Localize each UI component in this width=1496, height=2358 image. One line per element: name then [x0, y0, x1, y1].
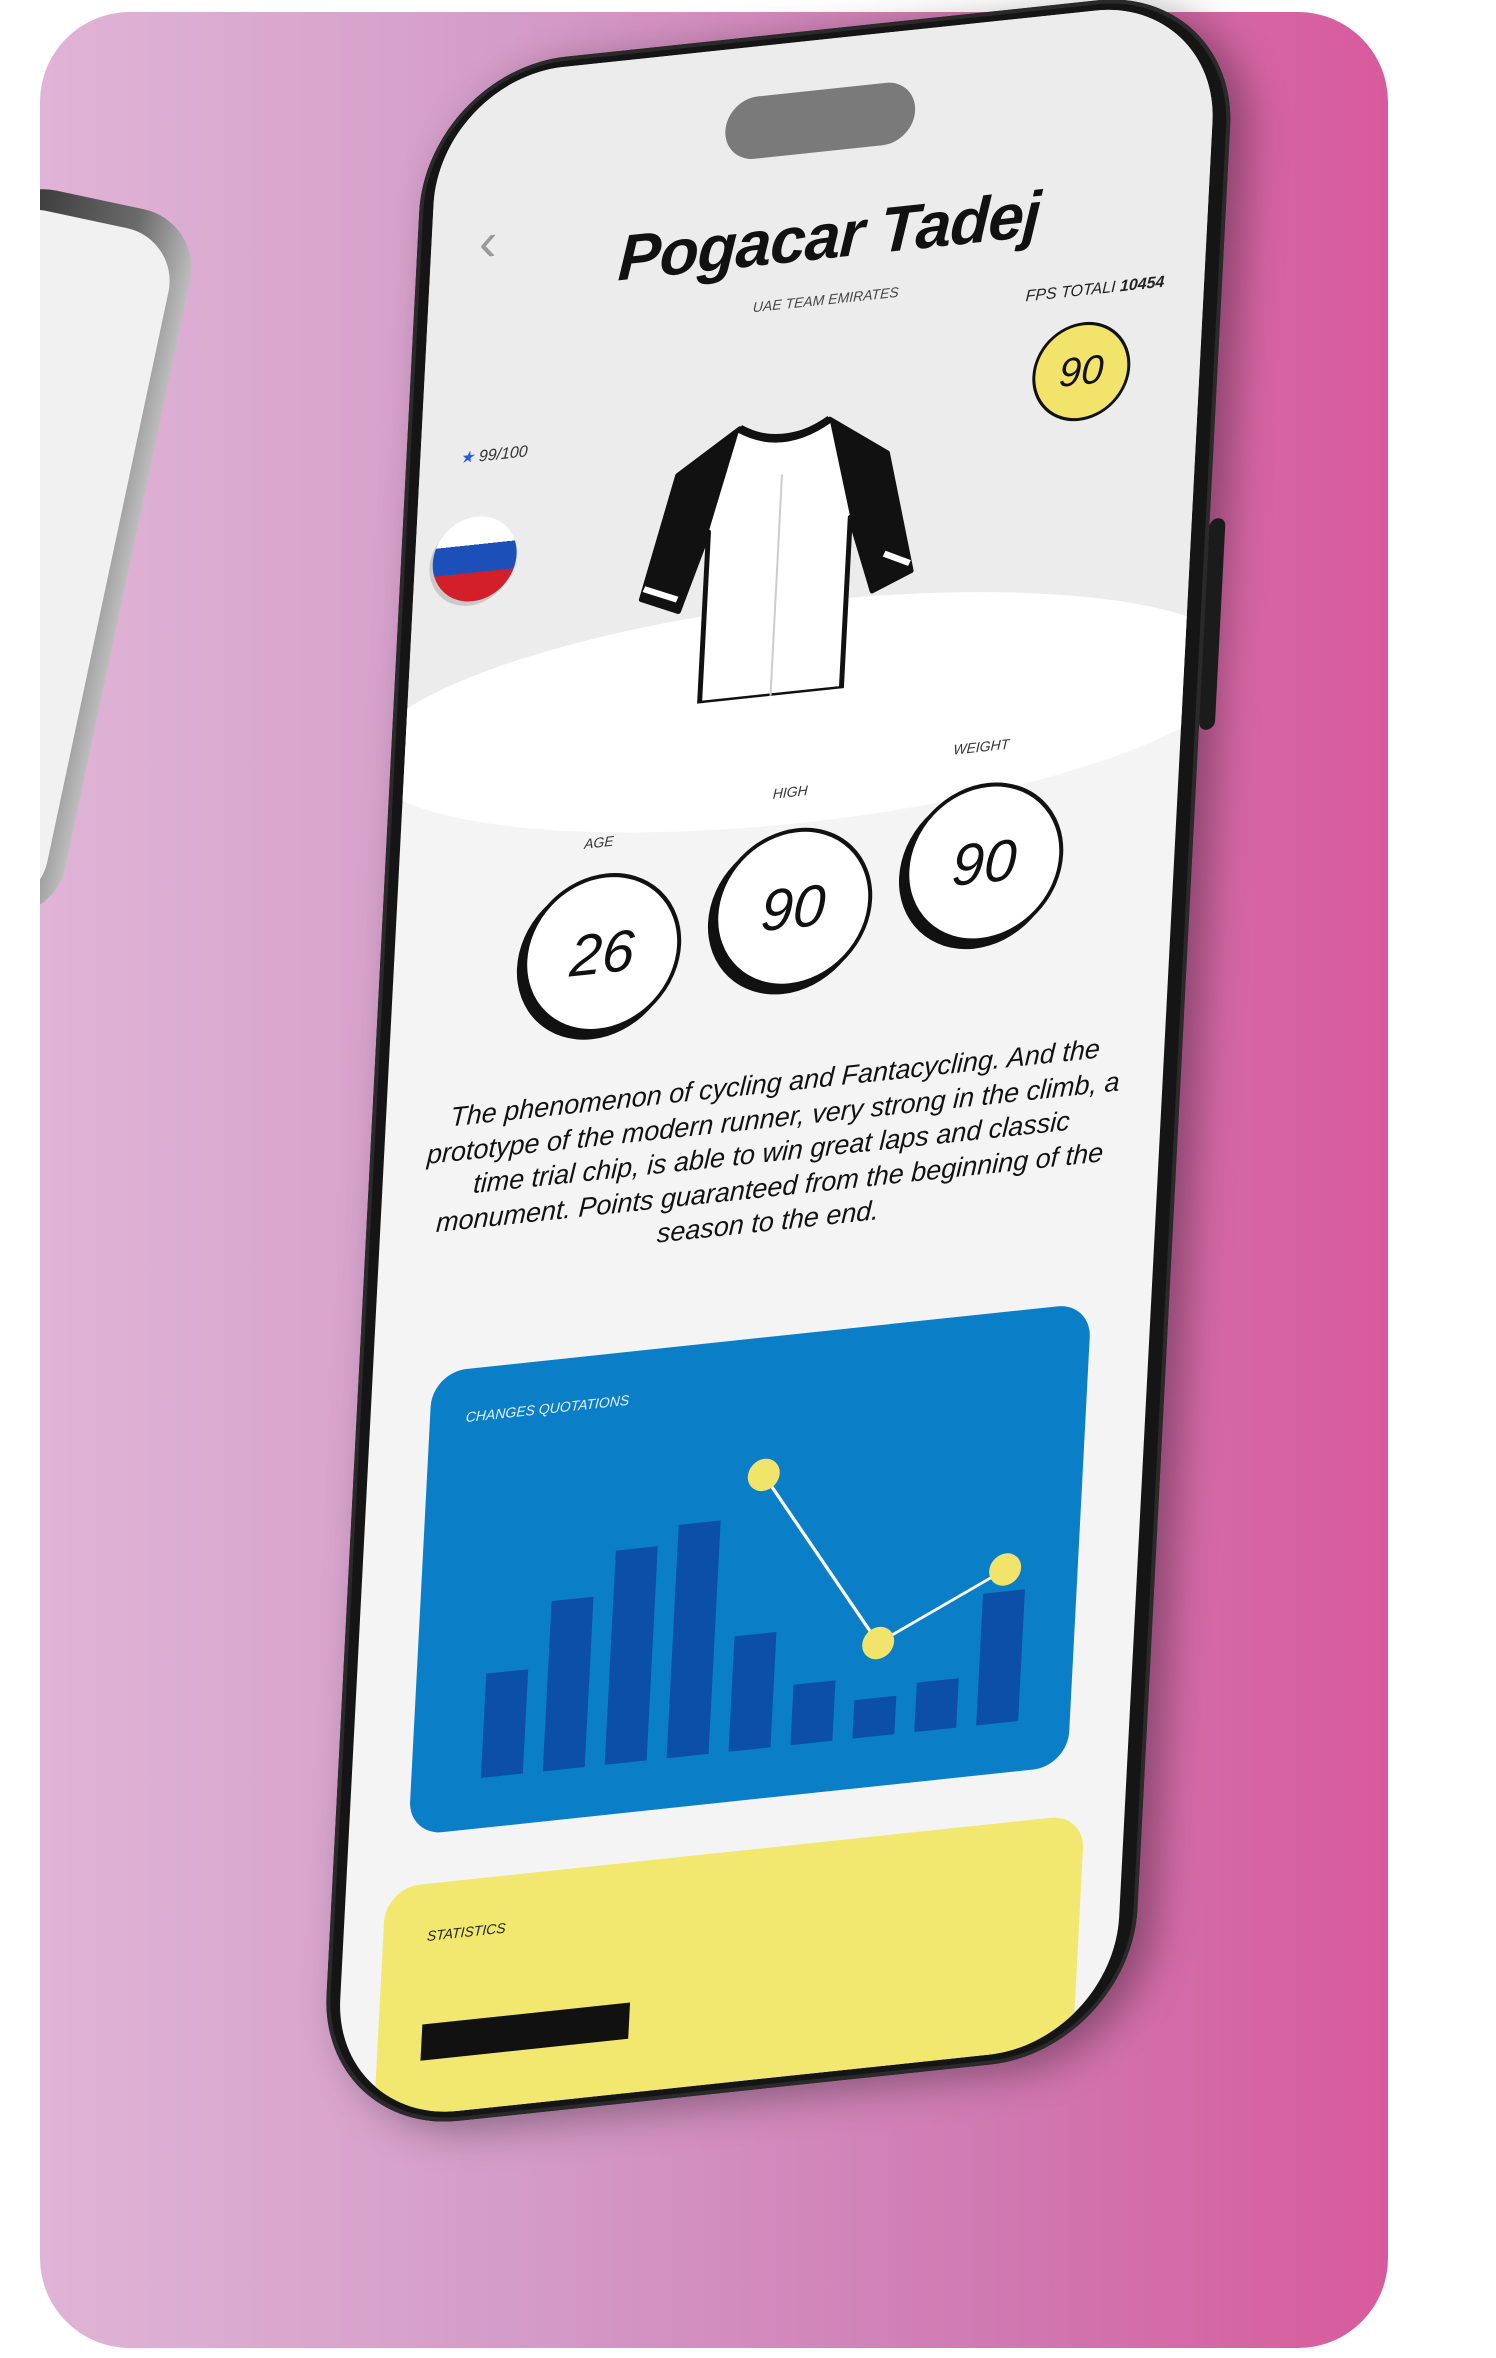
height-value: 90: [710, 819, 877, 996]
phone: ‹ Pogacar Tadej UAE TEAM EMIRATES FPS TO…: [319, 0, 1238, 2136]
back-icon[interactable]: ‹: [478, 211, 499, 273]
statistics-progress-bar: [420, 2002, 631, 2061]
chart-bar: [852, 1695, 897, 1739]
jersey-icon: [638, 416, 914, 706]
app-screen: ‹ Pogacar Tadej UAE TEAM EMIRATES FPS TO…: [333, 0, 1219, 2125]
fps-value: 10454: [1119, 273, 1165, 296]
quotations-chart-card: CHANGES QUOTATIONS: [408, 1302, 1092, 1836]
star-icon: ★: [459, 448, 475, 468]
chart-bar: [728, 1631, 777, 1752]
chart-bar: [542, 1596, 594, 1772]
chart-bar: [604, 1546, 658, 1765]
chart-bar: [480, 1669, 529, 1779]
chart-bar: [666, 1520, 721, 1759]
chart-point: [747, 1458, 780, 1492]
chart-line: [762, 1473, 1006, 1646]
quotations-chart: [480, 1458, 1025, 1779]
chart-point: [862, 1626, 895, 1660]
chart-point: [989, 1553, 1022, 1586]
chart-bar: [914, 1678, 959, 1733]
chart-bar: [790, 1680, 836, 1746]
player-description: The phenomenon of cycling and Fantacycli…: [426, 1033, 1121, 1249]
statistics-title: STATISTICS: [426, 1919, 507, 1944]
age-value: 26: [519, 865, 686, 1041]
chart-bar: [976, 1589, 1025, 1726]
